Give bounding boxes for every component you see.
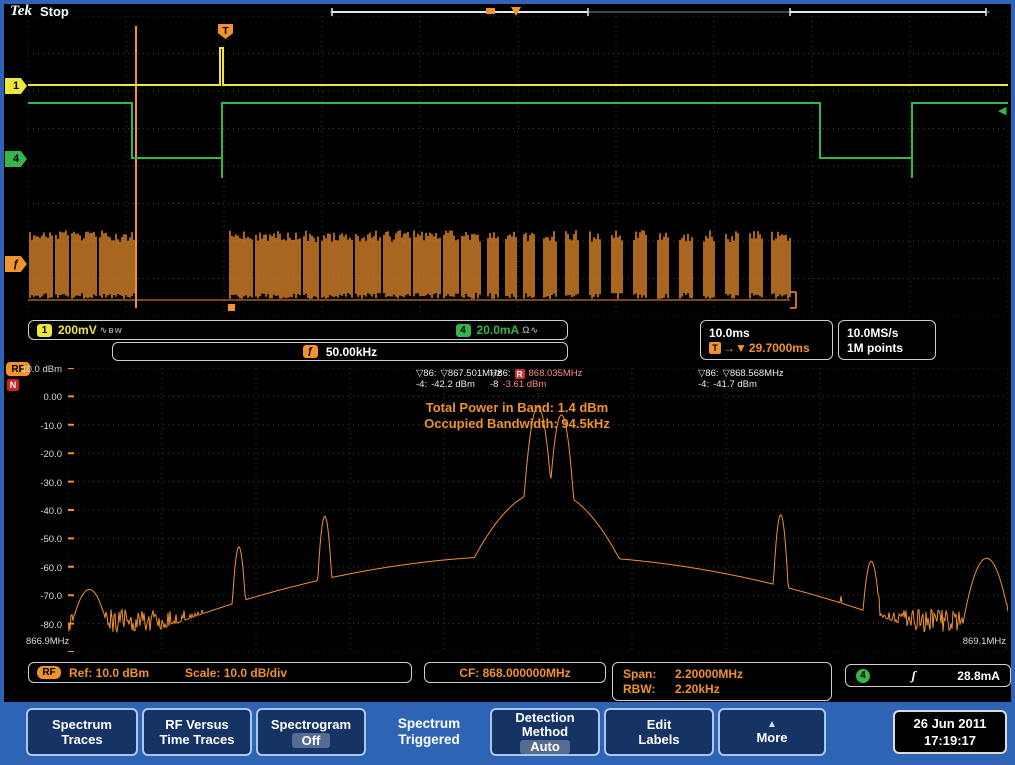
ch4-readout-badge: 4 [456, 324, 471, 337]
y-axis-label: -20.0 [40, 449, 62, 460]
record-length-value: 1M points [847, 341, 903, 355]
more-up-arrow-icon: ▲ [767, 720, 777, 730]
trigger-level-value: 28.8mA [957, 669, 1000, 683]
time-value: 17:19:17 [924, 732, 976, 749]
ref-level-value: Ref: 10.0 dBm [69, 666, 149, 680]
ch4-coupling-icons: Ω∿ [522, 325, 539, 336]
marker-amplitude: -42.2 dBm [431, 379, 475, 390]
start-frequency-label: 866.9MHz [26, 636, 69, 647]
y-axis-label: -40.0 [40, 506, 62, 517]
trigger-slope-icon: ʃ [911, 668, 915, 684]
marker-amplitude: -41.7 dBm [713, 379, 757, 390]
marker-amplitude: -3.61 dBm [502, 379, 546, 390]
center-frequency-box: CF: 868.000000MHz [424, 662, 606, 683]
softkey-menu-bar: Spectrum Traces RF Versus Time Traces Sp… [4, 702, 1011, 761]
ch1-readout-badge: 1 [37, 324, 52, 337]
trigger-time-icon: T [709, 342, 721, 354]
edit-labels-button[interactable]: Edit Labels [604, 708, 714, 756]
y-axis-label: 10.0 dBm [21, 364, 62, 375]
trigger-time-value: 29.7000ms [749, 341, 810, 355]
rf-readout-badge: ƒ [303, 345, 318, 358]
span-label: Span: [623, 667, 675, 681]
vertical-scale-value: Scale: 10.0 dB/div [185, 666, 287, 680]
marker-prefix: ▽86: [698, 368, 719, 379]
ch1-coupling-icons: ∿ʙᴡ [100, 325, 123, 336]
rf-time-trace-readout-box: ƒ 50.00kHz [112, 342, 568, 361]
y-axis-label: -30.0 [40, 478, 62, 489]
center-frequency-value: CF: 868.000000MHz [459, 666, 570, 680]
marker-prefix: ▽86: [416, 368, 437, 379]
more-button[interactable]: ▲ More [718, 708, 826, 756]
trigger-level-arrow-icon: ◀ [998, 104, 1006, 117]
timebase-value: 10.0ms [709, 326, 750, 340]
y-axis-label: -50.0 [40, 534, 62, 545]
trigger-source-badge: 4 [856, 669, 870, 683]
ch4-scale-value: 20.0mA [477, 323, 520, 337]
ch1-badge[interactable]: 1 [5, 78, 27, 94]
band-measurement-annotation: Total Power in Band: 1.4 dBm Occupied Ba… [330, 400, 704, 432]
rf-footer-badge: RF [37, 666, 61, 679]
spectrum-traces-button[interactable]: Spectrum Traces [26, 708, 138, 756]
spectrum-y-axis: 10.0 dBm0.00-10.0-20.0-30.0-40.0-50.0-60… [4, 368, 64, 652]
sample-rate-value: 10.0MS/s [847, 326, 898, 340]
spectrogram-state-value: Off [292, 733, 331, 748]
detection-method-button[interactable]: Detection Method Auto [490, 708, 600, 756]
rbw-value: 2.20kHz [675, 682, 720, 696]
ch1-scale-value: 200mV [58, 323, 97, 337]
rf-scale-readout-box: RF Ref: 10.0 dBm Scale: 10.0 dB/div [28, 662, 412, 683]
marker-frequency: ▽868.568MHz [723, 368, 784, 379]
sampling-readout-box: 10.0MS/s 1M points [838, 320, 936, 360]
y-axis-label: -80.0 [40, 620, 62, 631]
menu-title: Spectrum Triggered [372, 708, 486, 756]
oscilloscope-ui: Tek Stop 1 4 ƒ T ◀ 1 200mV ∿ʙᴡ 4 [0, 0, 1015, 765]
reference-marker-readout: ▽86: R 868.035MHz -8 -3.61 dBm [490, 368, 582, 390]
y-axis-label: -10.0 [40, 421, 62, 432]
trigger-time-arrow-icon: →▼ [723, 341, 747, 355]
marker-prefix: -8 [490, 379, 498, 390]
rbw-label: RBW: [623, 682, 675, 696]
channel-readout-box: 1 200mV ∿ʙᴡ 4 20.0mA Ω∿ [28, 320, 568, 340]
occupied-bandwidth-text: Occupied Bandwidth: 94.5kHz [330, 416, 704, 432]
marker-frequency: 868.035MHz [529, 368, 583, 379]
span-rbw-box: Span: 2.20000MHz RBW: 2.20kHz [612, 662, 832, 701]
detection-method-value: Auto [520, 740, 570, 754]
marker-prefix: -4: [416, 379, 427, 390]
window-position-icon [486, 8, 495, 14]
spectrogram-button[interactable]: Spectrogram Off [256, 708, 366, 756]
marker-prefix: -4: [698, 379, 709, 390]
rf-versus-time-traces-button[interactable]: RF Versus Time Traces [142, 708, 252, 756]
scope-screen: Tek Stop 1 4 ƒ T ◀ 1 200mV ∿ʙᴡ 4 [4, 4, 1011, 702]
time-domain-waveform-display [28, 16, 1008, 316]
reference-marker-badge: R [515, 369, 525, 379]
total-power-text: Total Power in Band: 1.4 dBm [330, 400, 704, 416]
timebase-readout-box: 10.0ms T →▼ 29.7000ms [700, 320, 833, 360]
datetime-display: 26 Jun 2011 17:19:17 [893, 710, 1007, 754]
y-axis-label: 0.00 [44, 392, 63, 403]
stop-frequency-label: 869.1MHz [942, 636, 1006, 647]
y-axis-label: -60.0 [40, 563, 62, 574]
rf-trace-badge[interactable]: ƒ [5, 256, 27, 272]
marker-prefix: ▽86: [490, 368, 511, 379]
peak-marker-readout: ▽86: ▽867.501MHz -4: -42.2 dBm [416, 368, 502, 390]
rf-scale-value: 50.00kHz [326, 345, 377, 359]
span-value: 2.20000MHz [675, 667, 743, 681]
trigger-readout-box: 4 ʃ 28.8mA [845, 664, 1011, 687]
ch4-badge[interactable]: 4 [5, 151, 27, 167]
date-value: 26 Jun 2011 [914, 715, 987, 732]
peak-marker-readout: ▽86: ▽868.568MHz -4: -41.7 dBm [698, 368, 784, 390]
y-axis-label: -70.0 [40, 591, 62, 602]
